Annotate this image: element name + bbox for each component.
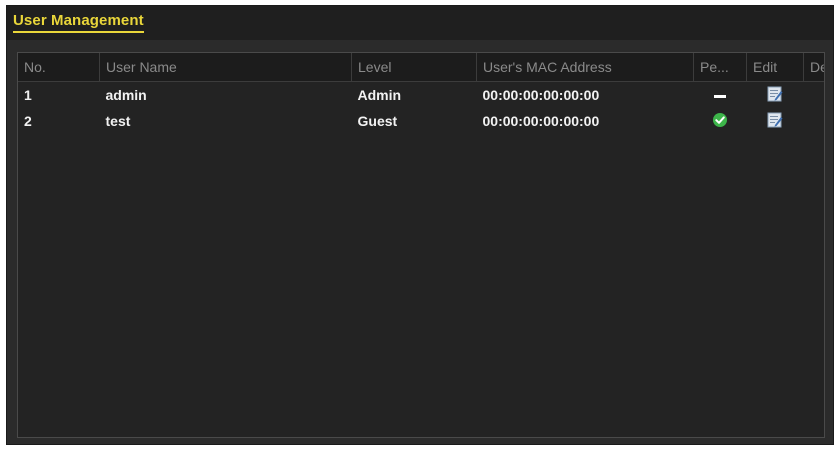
cell-level: Guest	[357, 113, 398, 129]
cell-permission	[694, 82, 747, 109]
column-header-delete[interactable]: Del...	[803, 53, 824, 82]
cell-edit	[747, 82, 804, 109]
cell-mac-address: 00:00:00:00:00:00	[482, 113, 600, 129]
table-row[interactable]: 2 test Guest 00:00:00:00:00:00	[18, 108, 825, 134]
cell-edit	[747, 108, 804, 134]
dash-icon	[714, 94, 726, 98]
cell-no: 2	[24, 113, 32, 129]
column-header-mac-address[interactable]: User's MAC Address	[476, 53, 694, 82]
edit-icon[interactable]	[767, 112, 783, 131]
column-header-edit[interactable]: Edit	[746, 53, 804, 82]
user-table-panel: No. User Name Level User's MAC Address P…	[17, 52, 825, 438]
cell-delete	[804, 108, 825, 134]
window-title: User Management	[13, 12, 144, 33]
cell-mac-address: 00:00:00:00:00:00	[482, 87, 600, 103]
cell-no: 1	[24, 87, 32, 103]
edit-icon[interactable]	[767, 86, 783, 105]
column-header-permission[interactable]: Pe...	[693, 53, 747, 82]
column-header-level[interactable]: Level	[351, 53, 477, 82]
table-header-row: No. User Name Level User's MAC Address P…	[18, 53, 824, 82]
cell-user-name: test	[105, 113, 131, 129]
cell-delete	[804, 82, 825, 109]
cell-permission	[694, 108, 747, 134]
table-row[interactable]: 1 admin Admin 00:00:00:00:00:00	[18, 82, 825, 109]
check-icon[interactable]	[712, 112, 728, 131]
column-header-no[interactable]: No.	[18, 53, 100, 82]
user-management-window: User Management No. User Name Level User…	[6, 5, 834, 445]
cell-level: Admin	[357, 87, 402, 103]
column-header-user-name[interactable]: User Name	[99, 53, 352, 82]
cell-user-name: admin	[105, 87, 147, 103]
title-bar: User Management	[7, 6, 833, 40]
user-table: No. User Name Level User's MAC Address P…	[18, 53, 825, 134]
